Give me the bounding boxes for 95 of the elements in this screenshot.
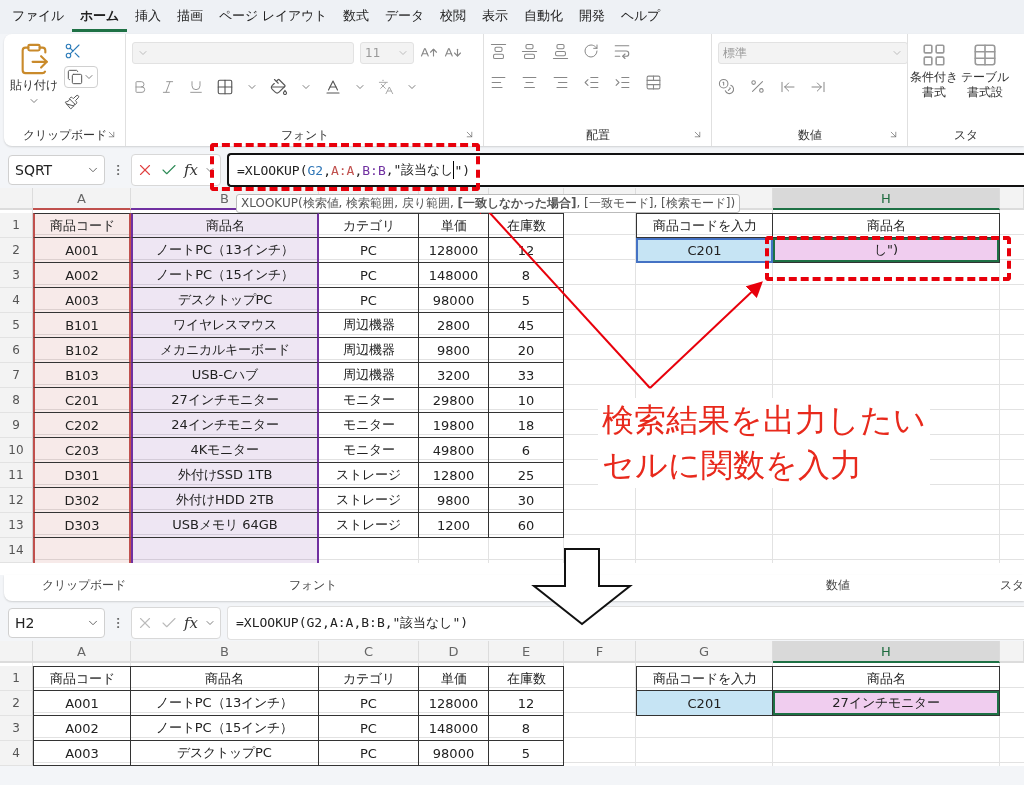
table-cell: モニター bbox=[319, 413, 419, 438]
table-cell: 5 bbox=[489, 288, 564, 313]
table-cell: 単価 bbox=[419, 666, 489, 691]
table-cell: A003 bbox=[33, 741, 131, 766]
table-cell: 9800 bbox=[419, 338, 489, 363]
table-cell: A002 bbox=[33, 263, 131, 288]
table-cell: ストレージ bbox=[319, 463, 419, 488]
table-cell: ノートPC（15インチ） bbox=[131, 716, 319, 741]
table-cell: モニター bbox=[319, 438, 419, 463]
table-cell: C202 bbox=[33, 413, 131, 438]
table-cell: A002 bbox=[33, 716, 131, 741]
table-cell: 24インチモニター bbox=[131, 413, 319, 438]
group-label: フォント bbox=[280, 126, 329, 144]
table-cell: 外付けSSD 1TB bbox=[131, 463, 319, 488]
table-cell: B103 bbox=[33, 363, 131, 388]
table-cell: ストレージ bbox=[319, 513, 419, 538]
table-cell: 商品名 bbox=[131, 213, 319, 238]
table-cell: ノートPC（15インチ） bbox=[131, 263, 319, 288]
table-cell: 12800 bbox=[419, 463, 489, 488]
table-cell: 128000 bbox=[419, 691, 489, 716]
table-cell: 12 bbox=[489, 691, 564, 716]
table-cell: 外付けHDD 2TB bbox=[131, 488, 319, 513]
table-cell: A001 bbox=[33, 691, 131, 716]
group-label: 数値 bbox=[826, 577, 850, 594]
table-cell: 商品コード bbox=[33, 666, 131, 691]
table-cell: D303 bbox=[33, 513, 131, 538]
table-cell: ノートPC（13インチ） bbox=[131, 238, 319, 263]
group-label: クリップボード bbox=[22, 126, 107, 144]
table-cell: ワイヤレスマウス bbox=[131, 313, 319, 338]
table-cell: ストレージ bbox=[319, 488, 419, 513]
table-cell: 8 bbox=[489, 263, 564, 288]
table-cell: 周辺機器 bbox=[319, 313, 419, 338]
table-cell: 商品名 bbox=[131, 666, 319, 691]
table-cell: カテゴリ bbox=[319, 666, 419, 691]
table-cell: 5 bbox=[489, 741, 564, 766]
table-cell: 18 bbox=[489, 413, 564, 438]
function-tooltip: XLOOKUP(検索値, 検索範囲, 戻り範囲, [一致しなかった場合], [一致モード], [検索モード]) bbox=[236, 194, 741, 213]
table-cell: 周辺機器 bbox=[319, 338, 419, 363]
table-cell: D302 bbox=[33, 488, 131, 513]
table-cell: A001 bbox=[33, 238, 131, 263]
table-cell: 商品コードを入力 bbox=[636, 213, 773, 238]
table-cell: 98000 bbox=[419, 741, 489, 766]
table-cell: デスクトップPC bbox=[131, 288, 319, 313]
table-cell: USBメモリ 64GB bbox=[131, 513, 319, 538]
callout-text: 検索結果を出力したい セルに関数を入力 bbox=[598, 398, 930, 488]
table-cell: USB-Cハブ bbox=[131, 363, 319, 388]
table-cell: 25 bbox=[489, 463, 564, 488]
table-cell: 商品名 bbox=[773, 666, 1000, 691]
table-cell: B102 bbox=[33, 338, 131, 363]
group-label: スタ bbox=[954, 126, 978, 144]
group-label: スタ bbox=[1000, 577, 1024, 594]
table-cell: 商品コードを入力 bbox=[636, 666, 773, 691]
table-cell: 2800 bbox=[419, 313, 489, 338]
table-cell: 45 bbox=[489, 313, 564, 338]
table-cell: C203 bbox=[33, 438, 131, 463]
table-cell: 周辺機器 bbox=[319, 363, 419, 388]
table-cell: ノートPC（13インチ） bbox=[131, 691, 319, 716]
table-cell: 33 bbox=[489, 363, 564, 388]
table-cell: B101 bbox=[33, 313, 131, 338]
table-cell: 60 bbox=[489, 513, 564, 538]
table-cell: C201 bbox=[33, 388, 131, 413]
group-label: フォント bbox=[289, 577, 337, 594]
table-cell: 6 bbox=[489, 438, 564, 463]
table-cell: PC bbox=[319, 263, 419, 288]
table-cell: 29800 bbox=[419, 388, 489, 413]
table-cell: PC bbox=[319, 716, 419, 741]
table-cell: 1200 bbox=[419, 513, 489, 538]
group-label: 配置 bbox=[585, 126, 610, 144]
table-cell: 30 bbox=[489, 488, 564, 513]
table-cell: 148000 bbox=[419, 716, 489, 741]
table-cell: 98000 bbox=[419, 288, 489, 313]
table-cell: 49800 bbox=[419, 438, 489, 463]
group-label: 数値 bbox=[797, 126, 822, 144]
table-cell: D301 bbox=[33, 463, 131, 488]
table-cell: 20 bbox=[489, 338, 564, 363]
table-cell: 148000 bbox=[419, 263, 489, 288]
table-cell: モニター bbox=[319, 388, 419, 413]
table-cell: PC bbox=[319, 288, 419, 313]
table-cell: A003 bbox=[33, 288, 131, 313]
table-cell: 8 bbox=[489, 716, 564, 741]
table-cell: PC bbox=[319, 238, 419, 263]
table-cell: メカニカルキーボード bbox=[131, 338, 319, 363]
table-cell: 4Kモニター bbox=[131, 438, 319, 463]
table-cell: PC bbox=[319, 741, 419, 766]
table-cell: 在庫数 bbox=[489, 666, 564, 691]
table-cell: 10 bbox=[489, 388, 564, 413]
table-cell: 128000 bbox=[419, 238, 489, 263]
table-cell: 9800 bbox=[419, 488, 489, 513]
table-cell: デスクトップPC bbox=[131, 741, 319, 766]
table-cell: 3200 bbox=[419, 363, 489, 388]
table-cell: 商品コード bbox=[33, 213, 131, 238]
group-label: クリップボード bbox=[42, 577, 126, 594]
table-cell: 27インチモニター bbox=[131, 388, 319, 413]
table-cell: 19800 bbox=[419, 413, 489, 438]
table-cell: PC bbox=[319, 691, 419, 716]
